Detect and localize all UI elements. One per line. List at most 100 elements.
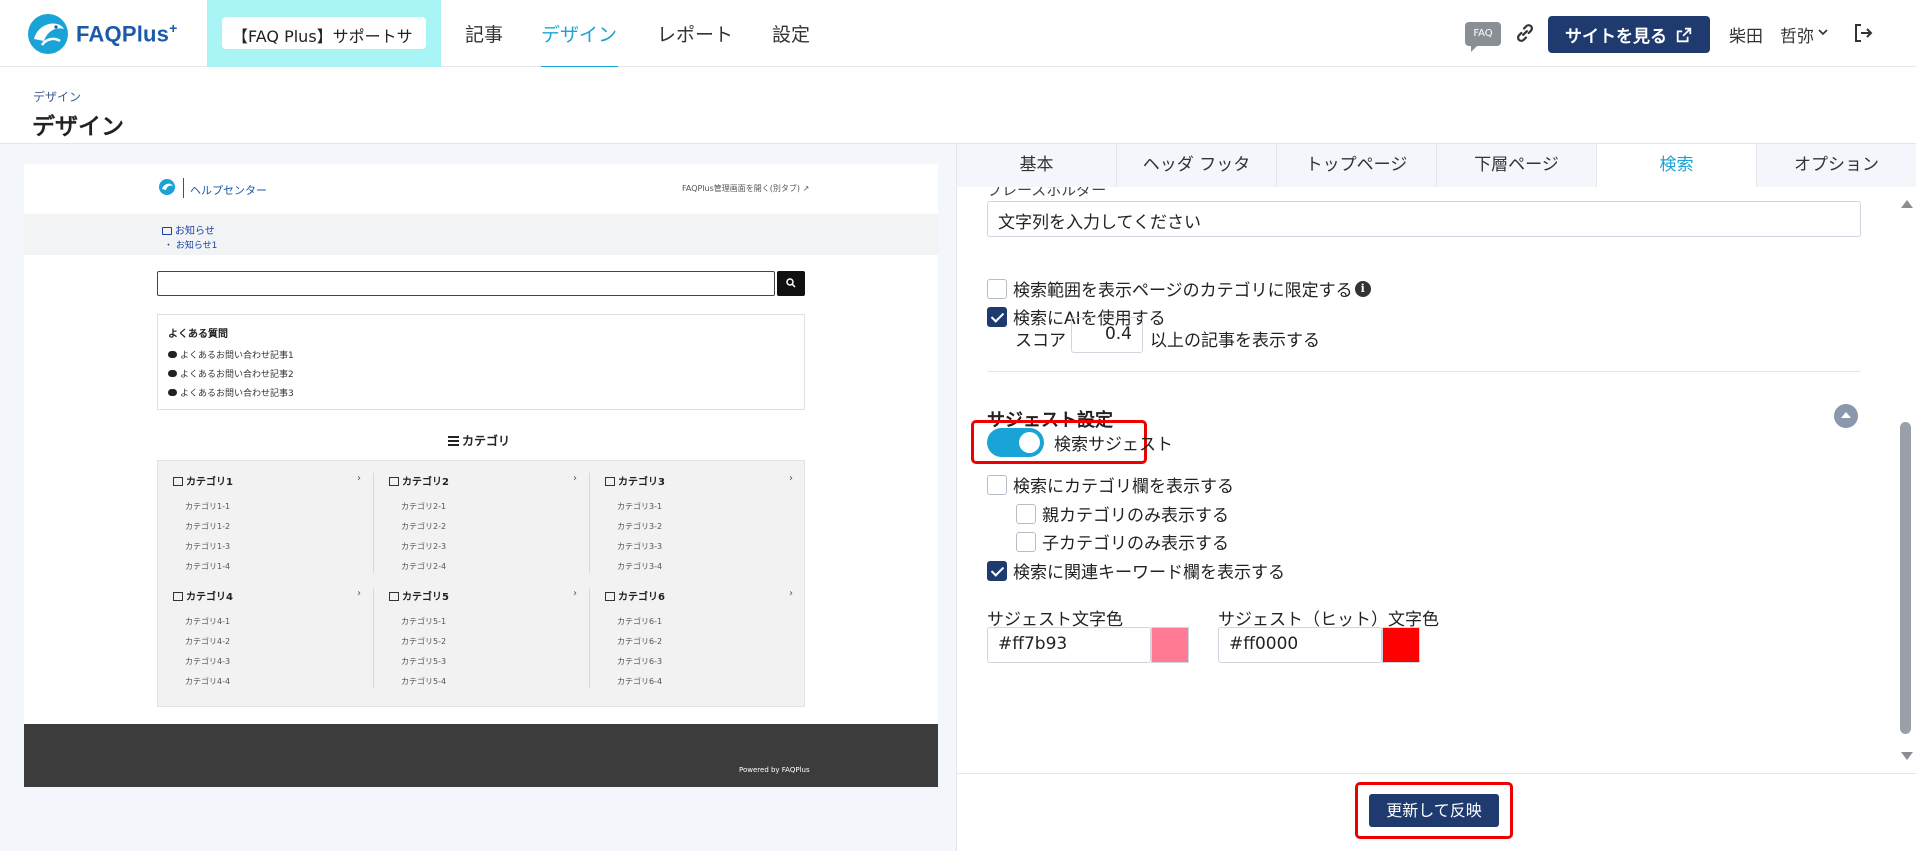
link-icon[interactable] <box>1514 22 1536 44</box>
preview-subcategory: カテゴリ3-1 <box>617 502 663 511</box>
preview-subcategory: カテゴリ6-3 <box>617 657 663 666</box>
preview-header: ヘルプセンター FAQPlus管理画面を開く(別タブ) ↗ <box>24 164 938 214</box>
suggest-text-color-input[interactable]: #ff7b93 <box>987 627 1151 663</box>
logo[interactable]: FAQPlus+ <box>24 11 177 57</box>
collapse-section-button[interactable] <box>1834 404 1858 428</box>
site-selector[interactable]: 【FAQ Plus】サポートサ <box>207 0 441 67</box>
category-icon <box>173 477 183 486</box>
page-title: デザイン <box>32 114 124 140</box>
nav-articles[interactable]: 記事 <box>465 20 503 47</box>
tab-search[interactable]: 検索 <box>1597 144 1757 187</box>
show-category-option[interactable]: 検索にカテゴリ欄を表示する <box>987 472 1234 497</box>
chat-icon <box>168 389 177 396</box>
preview-subcategory: カテゴリ6-4 <box>617 677 663 686</box>
nav-reports[interactable]: レポート <box>657 20 733 47</box>
placeholder-field-label: プレースホルダー <box>987 187 1107 199</box>
external-link-icon <box>1676 27 1692 42</box>
child-only-checkbox[interactable] <box>1016 531 1036 552</box>
tab-options[interactable]: オプション <box>1757 144 1916 187</box>
page-header: デザイン デザイン <box>0 67 1916 144</box>
preview-category-name: カテゴリ2 <box>389 473 449 488</box>
chevron-right-icon: › <box>357 473 361 484</box>
suggest-text-color-swatch[interactable] <box>1151 627 1189 663</box>
child-only-label: 子カテゴリのみ表示する <box>1042 534 1229 554</box>
top-nav: FAQPlus+ 【FAQ Plus】サポートサ 記事 デザイン レポート 設定… <box>0 0 1916 68</box>
search-suggest-option[interactable]: 検索サジェスト <box>987 428 1173 457</box>
category-divider <box>589 473 590 573</box>
preview-faq-box: よくある質問 よくあるお問い合わせ記事1 よくあるお問い合わせ記事2 よくあるお… <box>157 314 805 410</box>
search-suggest-toggle[interactable] <box>987 428 1044 457</box>
preview-subcategory: カテゴリ6-2 <box>617 637 663 646</box>
preview-logo-separator <box>183 178 184 198</box>
show-keyword-option[interactable]: 検索に関連キーワード欄を表示する <box>987 558 1285 583</box>
settings-scroll-area[interactable]: プレースホルダー 文字列を入力してください 検索範囲を表示ページのカテゴリに限定… <box>957 187 1895 773</box>
preview-faq-item: よくあるお問い合わせ記事3 <box>168 386 294 399</box>
logout-icon[interactable] <box>1852 22 1874 44</box>
suggest-hit-color-input[interactable]: #ff0000 <box>1218 627 1382 663</box>
scroll-down-arrow-icon[interactable] <box>1901 752 1913 760</box>
chat-icon <box>168 370 177 377</box>
view-site-label: サイトを見る <box>1565 27 1667 47</box>
settings-tabs: 基本 ヘッダ フッタ トップページ 下層ページ 検索 オプション <box>957 144 1916 187</box>
show-category-label: 検索にカテゴリ欄を表示する <box>1013 477 1234 497</box>
chevron-down-icon[interactable] <box>1817 26 1829 38</box>
preview-category-name: カテゴリ3 <box>605 473 665 488</box>
category-icon <box>605 592 615 601</box>
preview-subcategory: カテゴリ2-1 <box>401 502 447 511</box>
nav-settings[interactable]: 設定 <box>772 20 810 47</box>
tab-sub-page[interactable]: 下層ページ <box>1437 144 1597 187</box>
child-only-option[interactable]: 子カテゴリのみ表示する <box>1016 529 1229 554</box>
tab-top-page[interactable]: トップページ <box>1277 144 1437 187</box>
parent-only-label: 親カテゴリのみ表示する <box>1042 506 1229 526</box>
view-site-button[interactable]: サイトを見る <box>1548 16 1710 53</box>
preview-logo-icon <box>159 179 175 195</box>
preview-footer: Powered by FAQPlus <box>24 724 938 787</box>
placeholder-input[interactable]: 文字列を入力してください <box>987 201 1861 237</box>
nav-design[interactable]: デザイン <box>541 20 617 47</box>
score-input[interactable]: 0.4 <box>1071 317 1143 353</box>
preview-category-name: カテゴリ1 <box>173 473 233 488</box>
preview-faq-item: よくあるお問い合わせ記事1 <box>168 348 294 361</box>
user-menu[interactable]: 柴田 哲弥 <box>1729 22 1814 47</box>
chevron-right-icon: › <box>789 473 793 484</box>
tab-basic[interactable]: 基本 <box>957 144 1117 187</box>
parent-only-option[interactable]: 親カテゴリのみ表示する <box>1016 501 1229 526</box>
preview-subcategory: カテゴリ5-2 <box>401 637 447 646</box>
site-selector-input[interactable]: 【FAQ Plus】サポートサ <box>222 17 426 49</box>
preview-subcategory: カテゴリ4-2 <box>185 637 231 646</box>
scrollbar[interactable] <box>1895 187 1916 773</box>
info-icon[interactable]: i <box>1354 280 1371 297</box>
limit-to-category-checkbox[interactable] <box>987 278 1007 299</box>
preview-category-name: カテゴリ4 <box>173 588 233 603</box>
settings-footer: 更新して反映 <box>957 773 1916 851</box>
scroll-up-arrow-icon[interactable] <box>1901 200 1913 208</box>
score-label: スコア <box>1015 331 1066 351</box>
chat-icon <box>168 351 177 358</box>
scrollbar-thumb[interactable] <box>1900 422 1911 734</box>
chevron-right-icon: › <box>573 588 577 599</box>
search-icon <box>786 278 796 288</box>
show-keyword-checkbox[interactable] <box>987 560 1007 581</box>
limit-to-category-label: 検索範囲を表示ページのカテゴリに限定する <box>1013 281 1353 301</box>
preview-category-heading: カテゴリ <box>448 432 510 449</box>
limit-to-category-option[interactable]: 検索範囲を表示ページのカテゴリに限定する i <box>987 276 1371 301</box>
site-preview: ヘルプセンター FAQPlus管理画面を開く(別タブ) ↗ お知らせ ・ お知ら… <box>24 164 938 787</box>
preview-faq-item: よくあるお問い合わせ記事2 <box>168 367 294 380</box>
tab-header-footer[interactable]: ヘッダ フッタ <box>1117 144 1277 187</box>
preview-subcategory: カテゴリ4-3 <box>185 657 231 666</box>
breadcrumb[interactable]: デザイン <box>33 88 81 105</box>
parent-only-checkbox[interactable] <box>1016 503 1036 524</box>
preview-faq-title: よくある質問 <box>168 329 228 340</box>
suggest-hit-color-swatch[interactable] <box>1382 627 1420 663</box>
preview-powered-by: Powered by FAQPlus <box>739 766 810 774</box>
preview-subcategory: カテゴリ2-3 <box>401 542 447 551</box>
category-icon <box>389 477 399 486</box>
category-divider <box>589 588 590 688</box>
show-category-checkbox[interactable] <box>987 474 1007 495</box>
preview-subcategory: カテゴリ3-3 <box>617 542 663 551</box>
section-divider <box>987 371 1861 372</box>
faq-chat-icon[interactable]: FAQ <box>1465 22 1501 52</box>
update-and-apply-button[interactable]: 更新して反映 <box>1369 794 1499 827</box>
use-ai-checkbox[interactable] <box>987 306 1007 327</box>
logo-text: FAQPlus+ <box>76 20 178 47</box>
